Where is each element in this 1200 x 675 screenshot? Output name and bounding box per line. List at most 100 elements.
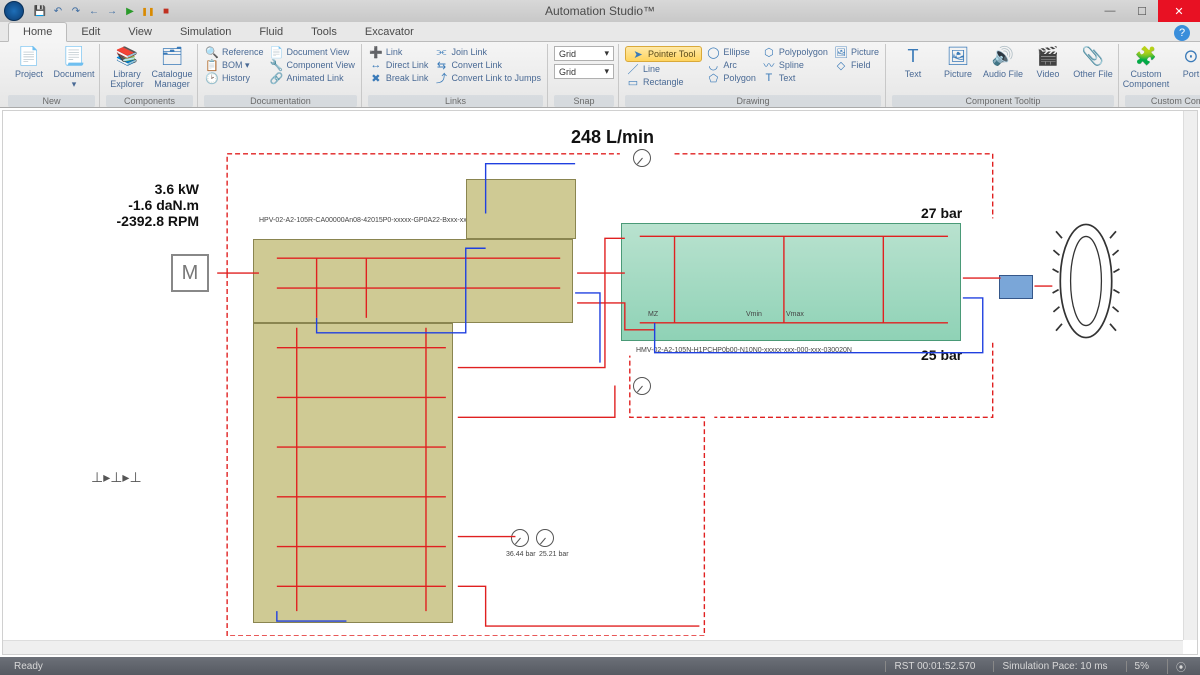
group-snap: Grid▾ Grid▾ Snap <box>550 44 619 107</box>
nav-fwd-icon[interactable]: → <box>104 3 120 19</box>
line-label: Line <box>643 64 660 74</box>
polygon-tool-button[interactable]: ⬠Polygon <box>705 72 758 84</box>
chevron-down-icon: ▾ <box>604 66 609 77</box>
output-block[interactable] <box>999 275 1033 299</box>
document-view-button[interactable]: 📄Document View <box>269 46 357 58</box>
arc-tool-button[interactable]: ◡Arc <box>705 59 758 71</box>
convert-link-label: Convert Link <box>451 60 502 70</box>
group-tooltip-label: Component Tooltip <box>892 95 1114 107</box>
tab-view[interactable]: View <box>114 23 166 41</box>
group-drawing: ➤Pointer Tool ／Line ▭Rectangle ◯Ellipse … <box>621 44 886 107</box>
motor-torque: -1.6 daN.m <box>79 197 199 213</box>
component-view-button[interactable]: 🔧Component View <box>269 59 357 71</box>
arc-label: Arc <box>723 60 737 70</box>
app-logo-icon[interactable] <box>4 1 24 21</box>
mz-label: MZ <box>648 311 658 318</box>
animated-link-button[interactable]: 🔗Animated Link <box>269 72 357 84</box>
new-project-button[interactable]: 📄Project <box>8 46 50 80</box>
sim-stop-icon[interactable]: ■ <box>158 3 174 19</box>
ellipse-tool-button[interactable]: ◯Ellipse <box>705 46 758 58</box>
group-documentation-label: Documentation <box>204 95 357 107</box>
flow-readout: 248 L/min <box>571 127 654 148</box>
tab-fluid[interactable]: Fluid <box>245 23 297 41</box>
snap-grid-select-2[interactable]: Grid▾ <box>554 64 614 79</box>
pressure-bottom-readout: 25 bar <box>921 347 962 363</box>
group-links-label: Links <box>368 95 543 107</box>
gauge-val-left: 36.44 bar <box>506 551 536 558</box>
tab-home[interactable]: Home <box>8 22 67 42</box>
status-indicator-icon[interactable]: ⦿ <box>1167 659 1194 674</box>
sim-pause-icon[interactable]: ❚❚ <box>140 3 156 19</box>
tab-tools[interactable]: Tools <box>297 23 351 41</box>
bom-button[interactable]: 📋BOM ▾ <box>204 59 266 71</box>
close-button[interactable]: ✕ <box>1158 0 1200 22</box>
sim-play-icon[interactable]: ▶ <box>122 3 138 19</box>
picture-label: Picture <box>851 47 879 57</box>
history-button[interactable]: 🕑History <box>204 72 266 84</box>
gauge-bottom-1[interactable] <box>511 529 529 547</box>
link-button[interactable]: ➕Link <box>368 46 431 58</box>
tooltip-other-button[interactable]: 📎Other File <box>1072 46 1114 80</box>
flow-gauge[interactable] <box>633 149 651 167</box>
status-sim-pace: Simulation Pace: 10 ms <box>993 661 1115 672</box>
text-tool-button[interactable]: TText <box>761 72 830 84</box>
custom-component-button[interactable]: 🧩Custom Component <box>1125 46 1167 90</box>
line-tool-button[interactable]: ／Line <box>625 63 702 75</box>
ground-symbol: ⊥▸⊥▸⊥ <box>91 469 142 486</box>
field-tool-button[interactable]: ◇Field <box>833 59 881 71</box>
pressure-top-readout: 27 bar <box>921 205 962 221</box>
direct-link-button[interactable]: ↔Direct Link <box>368 59 431 71</box>
pump-block-main[interactable] <box>253 323 453 623</box>
group-component-tooltip: TText 🖼Picture 🔊Audio File 🎬Video 📎Other… <box>888 44 1119 107</box>
pointer-tool-button[interactable]: ➤Pointer Tool <box>625 46 702 62</box>
catalogue-manager-button[interactable]: 🗂Catalogue Manager <box>151 46 193 90</box>
library-explorer-button[interactable]: 📚Library Explorer <box>106 46 148 90</box>
status-zoom[interactable]: 5% <box>1126 661 1157 672</box>
spline-tool-button[interactable]: 〰Spline <box>761 59 830 71</box>
tooltip-picture-button[interactable]: 🖼Picture <box>937 46 979 80</box>
reference-button[interactable]: 🔍Reference <box>204 46 266 58</box>
custom-component-label: Custom Component <box>1123 70 1170 90</box>
filter-block[interactable] <box>466 179 576 239</box>
motor-block[interactable] <box>621 223 961 341</box>
vertical-scrollbar[interactable] <box>1183 111 1197 640</box>
link-label: Link <box>386 47 403 57</box>
redo-icon[interactable]: ↷ <box>68 3 84 19</box>
port-label: Port <box>1183 70 1200 80</box>
nav-back-icon[interactable]: ← <box>86 3 102 19</box>
horizontal-scrollbar[interactable] <box>3 640 1183 654</box>
new-document-button[interactable]: 📃Document▾ <box>53 46 95 90</box>
pump-block-top[interactable] <box>253 239 573 323</box>
chevron-down-icon: ▾ <box>604 48 609 59</box>
break-link-button[interactable]: ✖Break Link <box>368 72 431 84</box>
component-view-label: Component View <box>287 60 355 70</box>
tooltip-text-button[interactable]: TText <box>892 46 934 80</box>
electric-motor-symbol[interactable]: M <box>171 254 209 292</box>
group-new-label: New <box>8 95 95 107</box>
join-link-button[interactable]: ⫘Join Link <box>433 46 543 58</box>
schematic-canvas[interactable]: 248 L/min 3.6 kW -1.6 daN.m -2392.8 RPM … <box>2 110 1198 655</box>
minimize-button[interactable]: — <box>1094 0 1126 22</box>
undo-icon[interactable]: ↶ <box>50 3 66 19</box>
field-label: Field <box>851 60 871 70</box>
tooltip-video-button[interactable]: 🎬Video <box>1027 46 1069 80</box>
tab-edit[interactable]: Edit <box>67 23 114 41</box>
port-button[interactable]: ⊙Port <box>1170 46 1200 80</box>
snap-grid-select-1[interactable]: Grid▾ <box>554 46 614 61</box>
help-icon[interactable]: ? <box>1174 25 1190 41</box>
tab-simulation[interactable]: Simulation <box>166 23 245 41</box>
titlebar: 💾 ↶ ↷ ← → ▶ ❚❚ ■ Automation Studio™ — ☐ … <box>0 0 1200 22</box>
tooltip-audio-button[interactable]: 🔊Audio File <box>982 46 1024 80</box>
picture-tool-button[interactable]: 🖼Picture <box>833 46 881 58</box>
tooltip-picture-label: Picture <box>944 70 972 80</box>
rectangle-tool-button[interactable]: ▭Rectangle <box>625 76 702 88</box>
convert-link-jumps-button[interactable]: ⤴Convert Link to Jumps <box>433 72 543 84</box>
new-project-label: Project <box>15 70 43 80</box>
save-icon[interactable]: 💾 <box>32 3 48 19</box>
gauge-mid[interactable] <box>633 377 651 395</box>
maximize-button[interactable]: ☐ <box>1126 0 1158 22</box>
group-new: 📄Project 📃Document▾ New <box>4 44 100 107</box>
gauge-bottom-2[interactable] <box>536 529 554 547</box>
convert-link-button[interactable]: ⇆Convert Link <box>433 59 543 71</box>
tab-excavator[interactable]: Excavator <box>351 23 428 41</box>
